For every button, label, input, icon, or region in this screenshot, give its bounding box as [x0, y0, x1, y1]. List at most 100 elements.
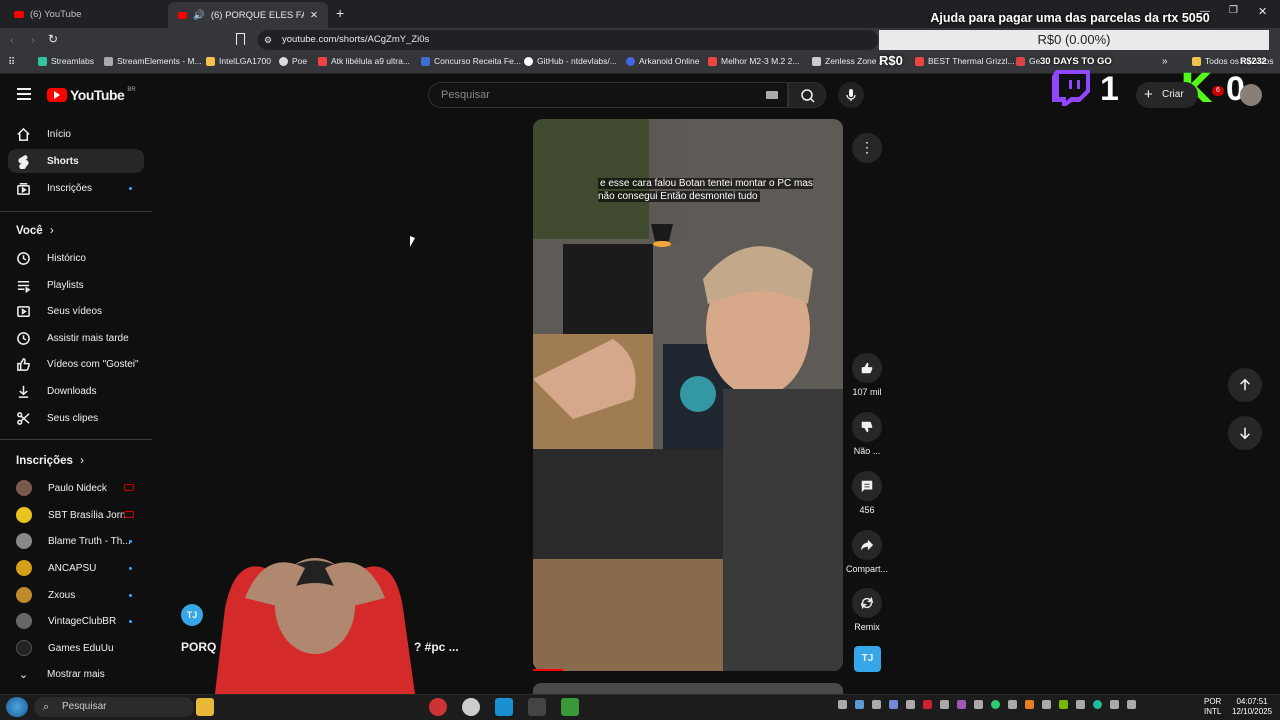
sidebar-item-downloads[interactable]: Downloads	[8, 379, 144, 403]
browser-tab[interactable]: (6) YouTube	[4, 4, 164, 24]
channel-name: VintageClubBR	[48, 615, 117, 627]
tray-icon[interactable]	[1093, 700, 1102, 709]
channel-name: Zxous	[48, 589, 76, 601]
tray-icon[interactable]	[1025, 700, 1034, 709]
language-indicator[interactable]: POR INTL	[1204, 697, 1221, 717]
bookmark-item[interactable]: IntelLGA1700	[206, 56, 271, 66]
app-icon[interactable]	[429, 698, 447, 716]
share-button[interactable]: Compart...	[846, 530, 888, 574]
close-tab-icon[interactable]: ✕	[310, 10, 318, 21]
browser-tab-active[interactable]: 🔊 (6) PORQUE ELES FAZEM ISSO ✕	[168, 2, 328, 28]
more-options-icon[interactable]: ⋮	[852, 133, 882, 163]
sidebar-item-your-videos[interactable]: Seus vídeos	[8, 299, 144, 323]
menu-icon[interactable]	[17, 88, 31, 100]
previous-short-button[interactable]	[1228, 368, 1262, 402]
next-short-preview[interactable]	[533, 683, 843, 694]
bookmark-item[interactable]: Streamlabs	[38, 56, 94, 66]
url-field[interactable]: youtube.com/shorts/ACgZmY_Zi0s	[258, 30, 878, 50]
tray-icon[interactable]	[889, 700, 898, 709]
tray-icon[interactable]	[1042, 700, 1051, 709]
share-label: Compart...	[846, 564, 889, 574]
avatar[interactable]	[1240, 84, 1262, 106]
forward-icon[interactable]: ›	[31, 33, 35, 47]
next-short-button[interactable]	[1228, 416, 1262, 450]
sidebar-sub-channel[interactable]: Zxous	[8, 583, 144, 607]
sidebar-sub-channel[interactable]: Games EduUu	[8, 636, 144, 660]
bookmark-item[interactable]: Zenless Zone Z	[812, 56, 884, 66]
tray-icon[interactable]	[838, 700, 847, 709]
tray-icon[interactable]	[923, 700, 932, 709]
more-bookmarks-icon[interactable]: »	[1162, 56, 1168, 67]
tray-icon[interactable]	[906, 700, 915, 709]
bookmark-item[interactable]: Atk libélula a9 ultra...	[318, 56, 410, 66]
sidebar-item-watch-later[interactable]: Assistir mais tarde	[8, 326, 144, 350]
bookmark-item[interactable]: BEST Thermal Grizzl...	[915, 56, 1015, 66]
app-icon[interactable]	[528, 698, 546, 716]
create-button[interactable]: + Criar	[1136, 82, 1198, 108]
channel-avatar[interactable]: TJ	[181, 604, 203, 626]
search-button[interactable]	[788, 82, 826, 108]
volume-icon[interactable]	[1127, 700, 1136, 709]
bookmark-icon[interactable]	[236, 33, 245, 45]
tray-icon[interactable]	[1008, 700, 1017, 709]
reload-icon[interactable]: ↻	[48, 32, 58, 46]
tray-icon[interactable]	[940, 700, 949, 709]
sidebar-item-shorts[interactable]: Shorts	[8, 149, 144, 173]
tray-icon[interactable]	[991, 700, 1000, 709]
youtube-logo[interactable]: YouTube BR	[47, 87, 136, 103]
sidebar-item-subscriptions[interactable]: Inscrições	[8, 176, 144, 200]
file-explorer-icon[interactable]	[196, 698, 214, 716]
keyboard-icon[interactable]	[766, 91, 778, 99]
plus-icon: +	[1144, 86, 1153, 103]
sidebar-item-home[interactable]: Início	[8, 122, 144, 146]
comments-button[interactable]: 456	[846, 471, 888, 515]
apps-icon[interactable]: ⠿	[8, 57, 15, 68]
like-button[interactable]: 107 mil	[846, 353, 888, 397]
goal-days-left: 30 DAYS TO GO	[1040, 56, 1112, 67]
video-progress-bar[interactable]	[533, 669, 563, 671]
back-icon[interactable]: ‹	[10, 33, 14, 47]
app-icon[interactable]	[561, 698, 579, 716]
start-button-icon[interactable]	[6, 697, 28, 717]
tray-icon[interactable]	[855, 700, 864, 709]
bookmark-item[interactable]: StreamElements - M...	[104, 56, 202, 66]
new-tab-button[interactable]: +	[336, 5, 344, 21]
subscriptions-section-header[interactable]: Inscrições ›	[16, 455, 84, 467]
tray-icon[interactable]	[974, 700, 983, 709]
sidebar-item-liked-videos[interactable]: Vídeos com "Gostei"	[8, 352, 144, 376]
audio-thumbnail[interactable]: TJ	[854, 646, 881, 672]
sidebar-item-clips[interactable]: Seus clipes	[8, 406, 144, 430]
sidebar-sub-channel[interactable]: VintageClubBR	[8, 609, 144, 633]
tray-icon[interactable]	[872, 700, 881, 709]
sidebar-item-playlists[interactable]: Playlists	[8, 273, 144, 297]
chevron-down-icon: ⌄	[18, 668, 29, 681]
voice-search-button[interactable]	[838, 82, 864, 108]
sidebar-sub-channel[interactable]: ANCAPSU	[8, 556, 144, 580]
sidebar-item-history[interactable]: Histórico	[8, 246, 144, 270]
channel-avatar	[16, 560, 32, 576]
tray-icon[interactable]	[1059, 700, 1068, 709]
sidebar-sub-channel[interactable]: Blame Truth - Th...	[8, 529, 144, 553]
bookmark-item[interactable]: Concurso Receita Fe...	[421, 56, 521, 66]
sidebar-item-label: Playlists	[47, 279, 84, 291]
tray-icon[interactable]	[957, 700, 966, 709]
close-window-button[interactable]: ✕	[1258, 5, 1267, 18]
show-more-button[interactable]: ⌄ Mostrar mais	[8, 662, 144, 686]
you-section-header[interactable]: Você ›	[16, 225, 54, 237]
arrow-down-icon	[1240, 427, 1250, 440]
taskbar-search-input[interactable]: ⌕ Pesquisar	[34, 697, 194, 717]
tray-icon[interactable]	[1076, 700, 1085, 709]
site-info-icon[interactable]: ⚙	[264, 35, 272, 46]
clock[interactable]: 04:07:51 12/10/2025	[1232, 697, 1272, 717]
bookmark-item[interactable]: Poe	[279, 56, 307, 66]
bookmark-item[interactable]: Arkanoid Online	[626, 56, 699, 66]
bookmark-item[interactable]: GitHub - ntdevlabs/...	[524, 56, 617, 66]
youtube-favicon-icon	[178, 11, 187, 19]
bookmark-item[interactable]: Melhor M2-3 M.2 2...	[708, 56, 799, 66]
app-icon[interactable]	[462, 698, 480, 716]
wifi-icon[interactable]	[1110, 700, 1119, 709]
app-icon[interactable]	[495, 698, 513, 716]
remix-button[interactable]: Remix	[846, 588, 888, 632]
dislike-button[interactable]: Não ...	[846, 412, 888, 456]
search-input[interactable]: Pesquisar	[428, 82, 788, 108]
